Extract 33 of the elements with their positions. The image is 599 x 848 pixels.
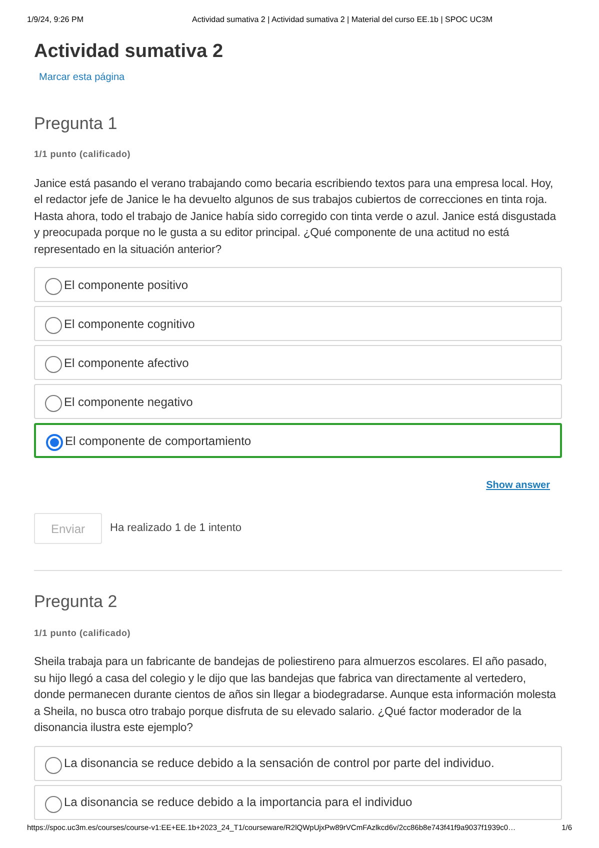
option-label: El componente de comportamiento bbox=[65, 432, 252, 450]
option-label: La disonancia se reduce debido a la sensación de control por parte del individuo. bbox=[64, 755, 494, 772]
answer-option[interactable]: El componente negativo bbox=[34, 384, 562, 419]
question-prompt: Sheila trabaja para un fabricante de bandejas de poliestireno para almuerzos escolares. El año pasado, su hijo llegó a casa del colegio y le dijo que las bandejas que fabrica van directamente al vertedero, donde permanecen durante cientos de años sin llegar a biodegradarse. Aunque esta información molesta a Sheila, no busca otro trabajo porque disfruta de su elevado salario. ¿Qué factor moderador de la disonancia ilustra este ejemplo? bbox=[34, 655, 557, 736]
question-prompt: Janice está pasando el verano trabajando como becaria escribiendo textos para una empresa local. Hoy, el redactor jefe de Janice le ha devuelto algunos de sus trabajos cubiertos de correcciones en tinta roja. Hasta ahora, todo el trabajo de Janice había sido corregido con tinta verde o azul. Janice está disgustada y preocupada porque no le gusta a su editor principal. ¿Qué componente de una actitud no está representado en la situación anterior? bbox=[34, 176, 558, 258]
print-date: 1/9/24, 9:26 PM bbox=[27, 14, 84, 26]
question-title: Pregunta 2 bbox=[34, 591, 118, 613]
radio-button[interactable] bbox=[46, 434, 63, 451]
option-label: La disonancia se reduce debido a la importancia para el individuo bbox=[64, 794, 412, 811]
points-label: 1/1 punto (calificado) bbox=[34, 148, 132, 161]
option-label: El componente positivo bbox=[64, 276, 188, 294]
radio-button[interactable] bbox=[45, 356, 62, 373]
radio-button[interactable] bbox=[45, 756, 62, 774]
radio-button[interactable] bbox=[45, 278, 62, 295]
attempts-text: Ha realizado 1 de 1 intento bbox=[110, 521, 242, 536]
print-page-title: Actividad sumativa 2 | Actividad sumativa 2 | Material del curso EE.1b | SPOC UC3M bbox=[192, 14, 493, 26]
answer-option[interactable]: La disonancia se reduce debido a la sensación de control por parte del individuo. bbox=[34, 746, 562, 780]
answer-option[interactable]: El componente afectivo bbox=[34, 345, 562, 380]
option-label: El componente cognitivo bbox=[64, 316, 195, 332]
option-label: El componente negativo bbox=[64, 394, 193, 410]
radio-button[interactable] bbox=[45, 395, 62, 412]
radio-button[interactable] bbox=[45, 796, 62, 812]
question-title: Pregunta 1 bbox=[34, 112, 118, 134]
answer-option[interactable]: El componente positivo bbox=[34, 267, 562, 302]
answer-option[interactable]: La disonancia se reduce debido a la importancia para el individuo bbox=[34, 784, 562, 820]
answer-option[interactable]: El componente de comportamiento bbox=[34, 423, 562, 458]
option-label: El componente afectivo bbox=[64, 354, 189, 372]
answer-option[interactable]: El componente cognitivo bbox=[34, 306, 562, 341]
page-title: Actividad sumativa 2 bbox=[34, 40, 224, 64]
radio-button[interactable] bbox=[45, 317, 62, 334]
points-label: 1/1 punto (calificado) bbox=[34, 626, 132, 640]
bookmark-link[interactable]: Marcar esta página bbox=[39, 70, 125, 84]
show-answer-link[interactable]: Show answer bbox=[486, 478, 550, 493]
